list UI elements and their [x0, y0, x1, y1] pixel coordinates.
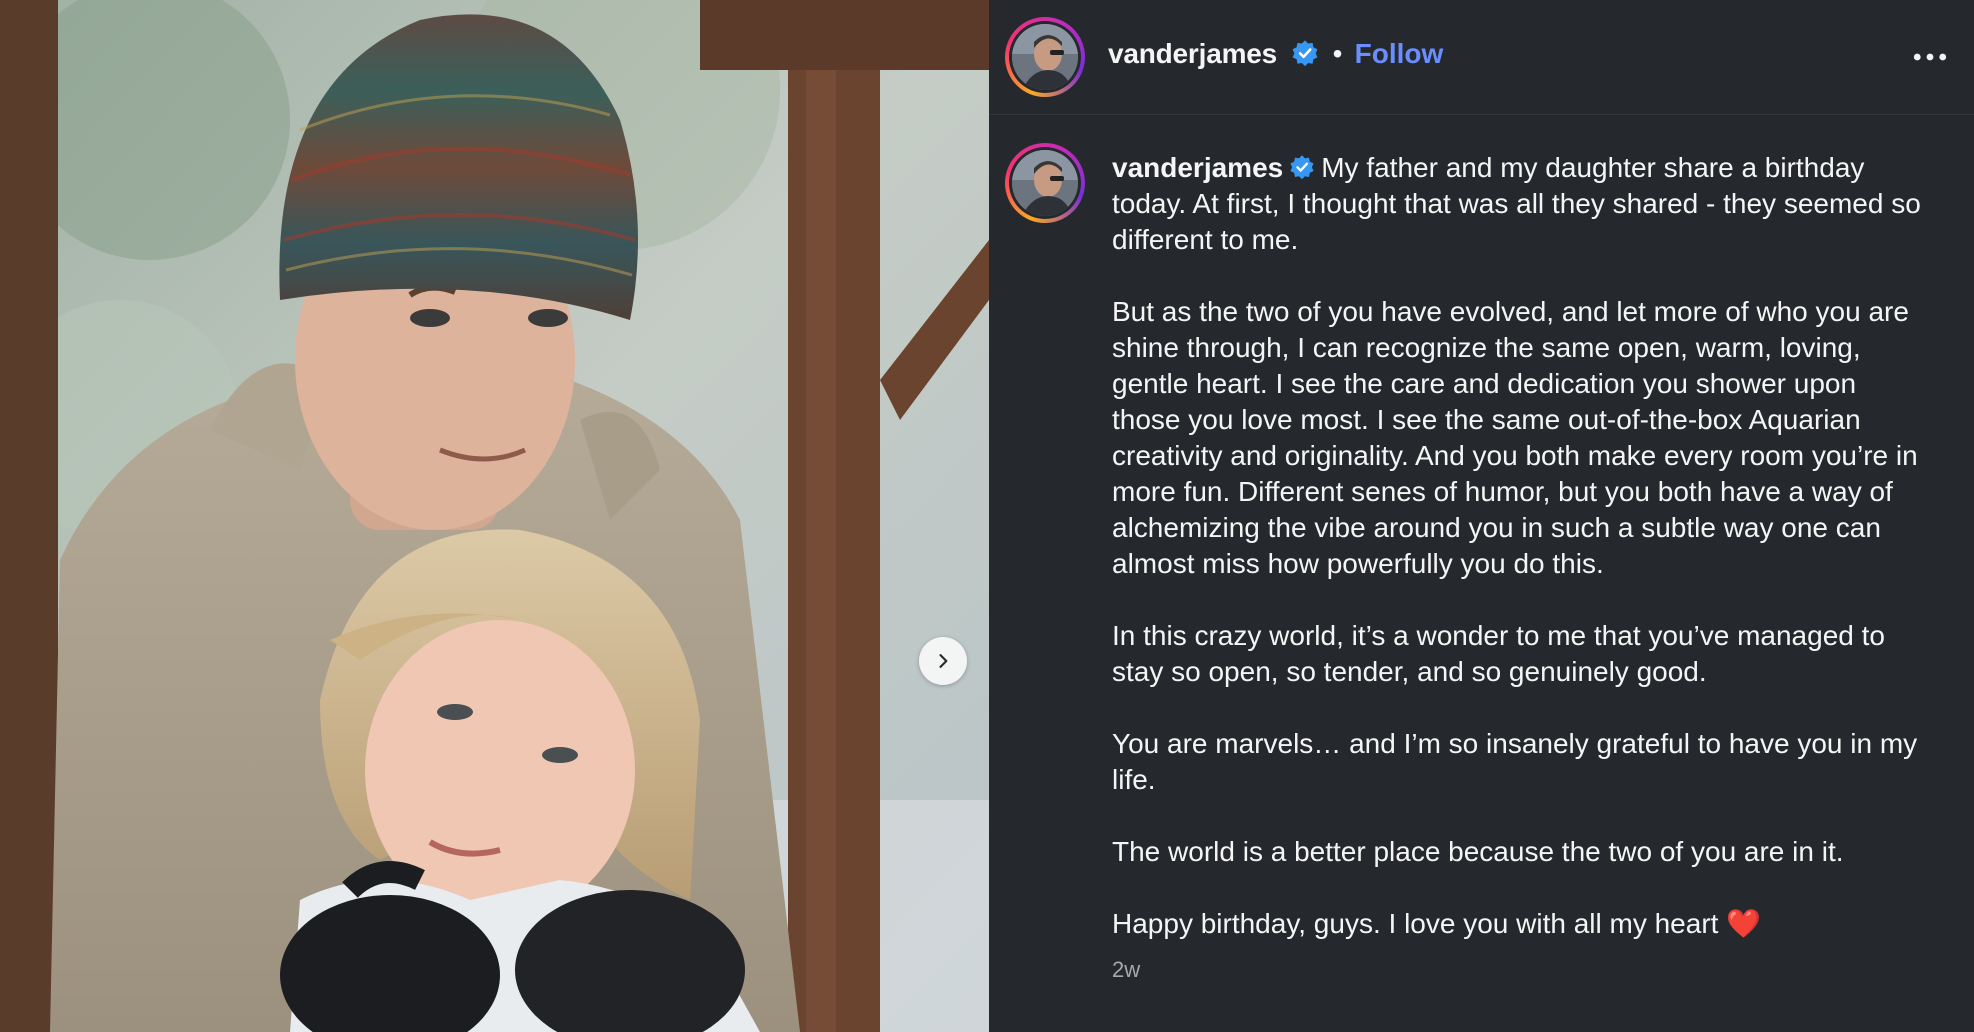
header-separator: • [1332, 38, 1343, 69]
caption-paragraph: vanderjames My father and my daughter sha… [1112, 150, 1932, 258]
caption-username[interactable]: vanderjames [1112, 152, 1283, 183]
more-horizontal-icon [1913, 53, 1947, 61]
post-sidebar: vanderjames • Follow vanderjames My fath… [989, 0, 1974, 1032]
avatar-image [1012, 24, 1078, 90]
caption-paragraph: But as the two of you have evolved, and … [1112, 296, 1918, 579]
heart-emoji-icon: ❤️ [1726, 908, 1762, 939]
avatar-image [1012, 150, 1078, 216]
verified-badge-icon [1290, 154, 1314, 179]
more-options-button[interactable] [1910, 40, 1950, 74]
caption-paragraph: In this crazy world, it’s a wonder to me… [1112, 620, 1885, 687]
caption-paragraph: You are marvels… and I’m so insanely gra… [1112, 728, 1918, 795]
chevron-right-icon [939, 654, 948, 668]
caption-paragraph: The world is a better place because the … [1112, 836, 1844, 867]
caption-avatar[interactable] [1005, 143, 1085, 223]
post-photo [0, 0, 989, 1032]
follow-button[interactable]: Follow [1355, 38, 1444, 70]
verified-badge-icon [1292, 40, 1318, 67]
avatar[interactable] [1005, 17, 1085, 97]
instagram-post: vanderjames • Follow vanderjames My fath… [0, 0, 1974, 1032]
caption-text: Happy birthday, guys. I love you with al… [1112, 908, 1719, 939]
post-author-username[interactable]: vanderjames [1108, 38, 1319, 70]
post-caption: vanderjames My father and my daughter sha… [1112, 150, 1932, 978]
caption-paragraph: Happy birthday, guys. I love you with al… [1112, 906, 1932, 942]
photo-image [0, 0, 989, 1032]
post-header: vanderjames • Follow [989, 0, 1974, 115]
post-timestamp[interactable]: 2w [1112, 957, 1140, 983]
next-image-button[interactable] [919, 637, 967, 685]
